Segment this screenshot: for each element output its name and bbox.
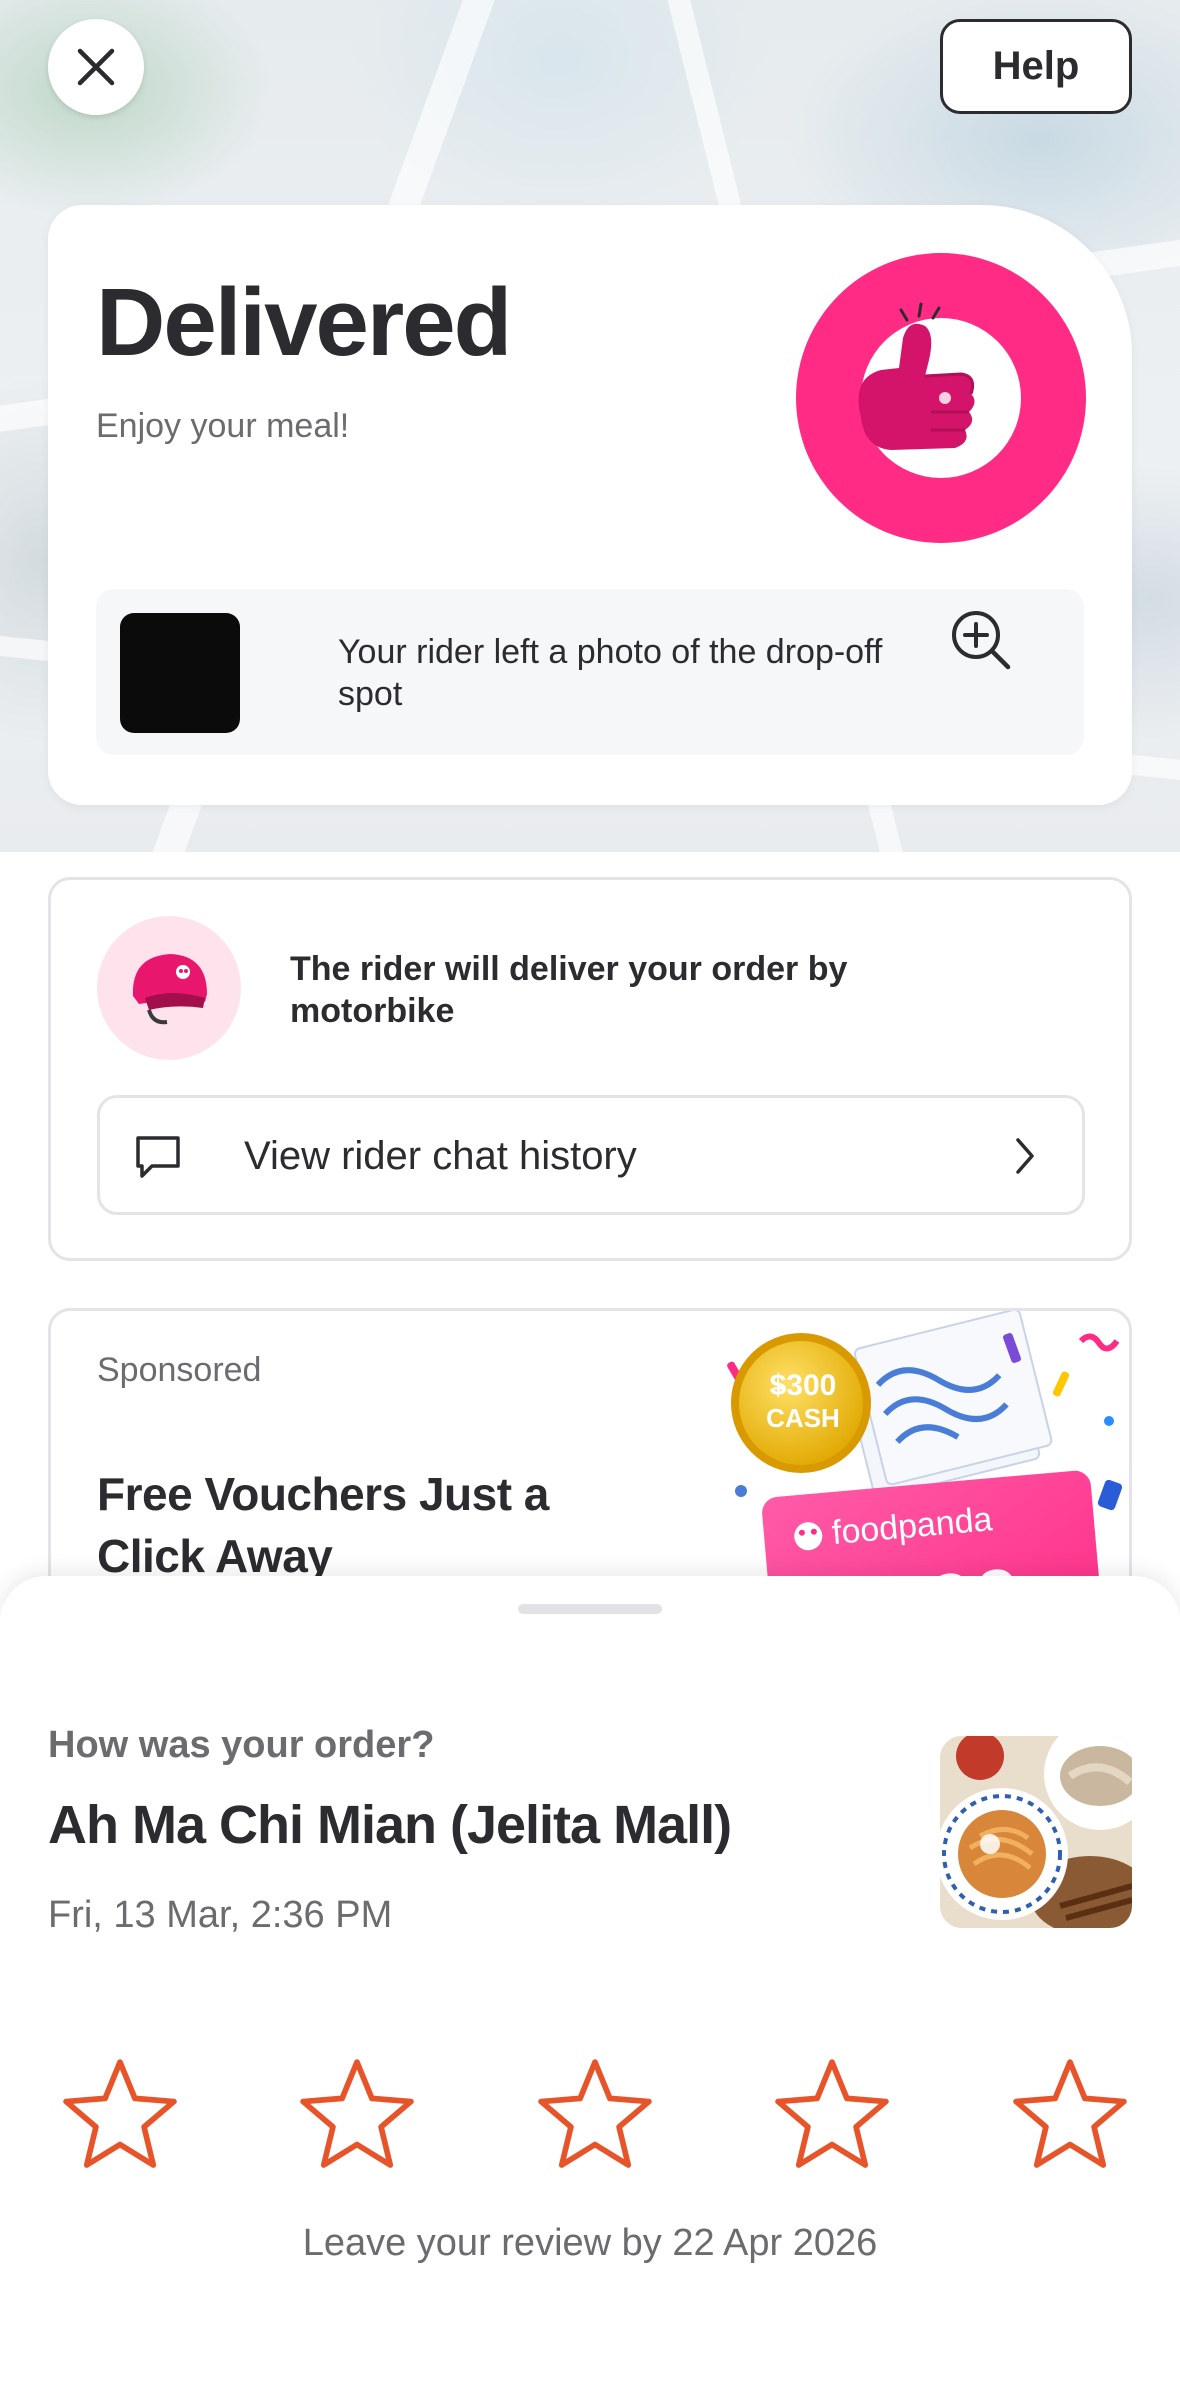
dropoff-photo-text: Your rider left a photo of the drop-off …	[338, 633, 883, 713]
zoom-in-icon[interactable]	[942, 601, 1022, 681]
chat-bubble-icon	[136, 1136, 180, 1178]
star-rating	[0, 2050, 1180, 2180]
star-5-icon[interactable]	[1005, 2050, 1135, 2180]
star-3-icon[interactable]	[530, 2050, 660, 2180]
ad-title: Free Vouchers Just a Click Away	[97, 1468, 549, 1582]
review-deadline: Leave your review by 22 Apr 2026	[302, 2222, 878, 2264]
star-2-icon[interactable]	[292, 2050, 422, 2180]
rating-bottom-sheet: How was your order? Ah Ma Chi Mian (Jeli…	[0, 1576, 1180, 2396]
coin-amount: $300	[770, 1369, 837, 1402]
status-title: Delivered	[96, 269, 512, 376]
view-rider-chat-history-button[interactable]: View rider chat history	[97, 1095, 1085, 1215]
restaurant-name: Ah Ma Chi Mian (Jelita Mall)	[48, 1795, 732, 1855]
dropoff-photo-thumbnail[interactable]	[120, 613, 240, 733]
rider-delivery-message: The rider will deliver your order by mot…	[290, 950, 848, 1030]
chat-history-label: View rider chat history	[244, 1134, 637, 1178]
thumbs-up-icon	[796, 253, 1086, 543]
delivery-status-card: Delivered Enjoy your meal! Your rider le…	[48, 205, 1132, 805]
close-icon	[77, 48, 115, 86]
star-1-icon[interactable]	[55, 2050, 185, 2180]
rider-info-card: The rider will deliver your order by mot…	[48, 877, 1132, 1261]
dropoff-photo-row[interactable]: Your rider left a photo of the drop-off …	[96, 589, 1084, 755]
status-subtitle: Enjoy your meal!	[96, 407, 350, 445]
chevron-right-icon	[1016, 1138, 1034, 1174]
restaurant-food-image	[940, 1736, 1132, 1928]
help-button[interactable]: Help	[940, 19, 1132, 114]
star-4-icon[interactable]	[767, 2050, 897, 2180]
sponsored-label: Sponsored	[97, 1351, 262, 1389]
sheet-drag-handle[interactable]	[518, 1604, 662, 1614]
coin-cash: CASH	[766, 1403, 840, 1433]
order-datetime: Fri, 13 Mar, 2:36 PM	[48, 1894, 393, 1936]
close-button[interactable]	[48, 19, 144, 115]
rating-question: How was your order?	[48, 1724, 435, 1766]
helmet-icon	[97, 916, 241, 1060]
